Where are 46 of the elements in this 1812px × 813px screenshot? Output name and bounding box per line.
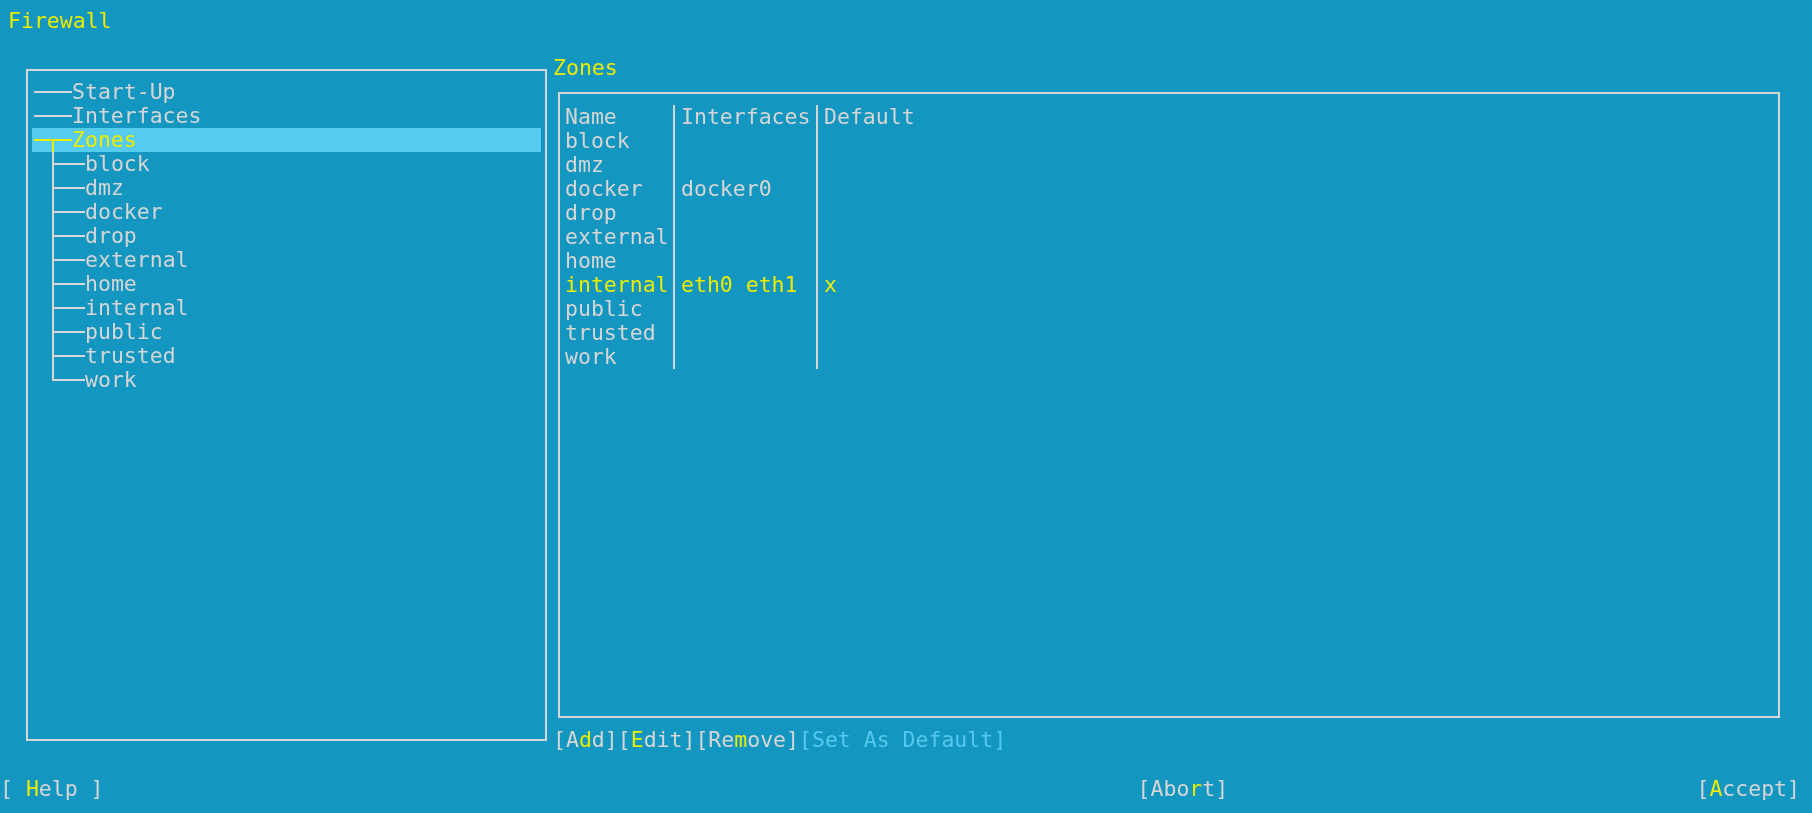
- action-button[interactable]: [Edit]: [617, 728, 696, 752]
- table-cell: drop: [565, 201, 675, 225]
- tree-item[interactable]: Interfaces: [32, 104, 541, 128]
- table-cell-text: x: [823, 273, 838, 297]
- table-cell: internal: [565, 273, 675, 297]
- tree-item[interactable]: work: [32, 368, 541, 392]
- tree-connector: [52, 200, 85, 224]
- tree-item[interactable]: dmz: [32, 176, 541, 200]
- tree-item[interactable]: docker: [32, 200, 541, 224]
- tree-item[interactable]: block: [32, 152, 541, 176]
- panel-title: Zones: [553, 56, 618, 80]
- tree-connector: [52, 296, 85, 320]
- table-cell: work: [565, 345, 675, 369]
- table-cell: docker0: [675, 177, 818, 201]
- action-button[interactable]: [Remove]: [695, 728, 799, 752]
- table-cell: public: [565, 297, 675, 321]
- tree-connector: [52, 272, 85, 296]
- tree-item[interactable]: drop: [32, 224, 541, 248]
- help-button[interactable]: [ Help ]: [0, 777, 104, 801]
- tree-connector: [52, 248, 85, 272]
- tree-item[interactable]: home: [32, 272, 541, 296]
- table-cell: external: [565, 225, 675, 249]
- tree-item[interactable]: trusted: [32, 344, 541, 368]
- table-cell: trusted: [565, 321, 675, 345]
- tree-connector: [34, 115, 72, 117]
- tree-item[interactable]: external: [32, 248, 541, 272]
- tree-item[interactable]: Start-Up: [32, 80, 541, 104]
- table-cell: block: [565, 129, 675, 153]
- accept-button[interactable]: [Accept]: [1696, 777, 1800, 801]
- table-cell: dmz: [565, 153, 675, 177]
- tree-item[interactable]: Zones: [32, 128, 541, 152]
- column-header: Default: [823, 105, 915, 129]
- tree-connector: [52, 176, 85, 200]
- abort-button[interactable]: [Abo rt]: [1137, 777, 1229, 801]
- tree-item[interactable]: internal: [32, 296, 541, 320]
- table-cell: docker: [565, 177, 675, 201]
- tree-connector: [34, 91, 72, 93]
- tree-connector: [52, 320, 85, 344]
- column-header: Name: [565, 105, 675, 129]
- tree-connector: [52, 224, 85, 248]
- table-cell: eth0 eth1: [675, 273, 818, 297]
- table-cell: home: [565, 249, 675, 273]
- window-title: Firewall: [8, 9, 112, 33]
- action-button[interactable]: [Add]: [553, 728, 618, 752]
- column-header: Interfaces: [675, 105, 818, 129]
- tree-item[interactable]: public: [32, 320, 541, 344]
